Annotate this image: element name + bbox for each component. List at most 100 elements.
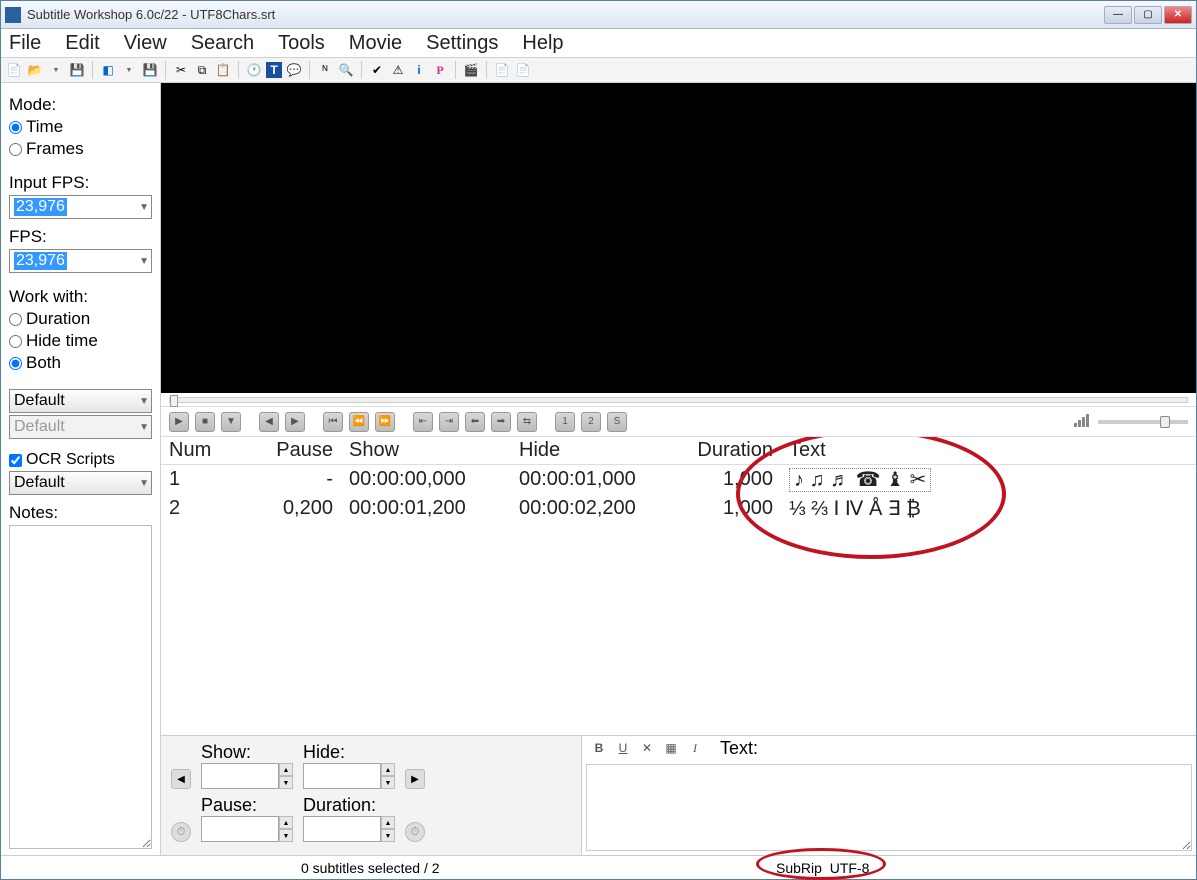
fwd-button[interactable]: ⏩ [375,412,395,432]
translate-dd-icon[interactable]: ▼ [120,61,138,79]
italic-button[interactable]: I [686,739,704,757]
warning-icon[interactable]: ⚠ [389,61,407,79]
menu-file[interactable]: File [9,32,41,55]
save2-icon[interactable]: 💾 [141,61,159,79]
shift-back-button[interactable]: ⬅ [465,412,485,432]
down-icon[interactable]: ▼ [381,829,395,842]
video-preview[interactable] [161,83,1196,393]
pause-input[interactable] [201,816,279,842]
down-icon[interactable]: ▼ [381,776,395,789]
preset1-combo[interactable]: Default▼ [9,389,152,413]
stop-button[interactable]: ■ [195,412,215,432]
col-num[interactable]: Num [161,437,231,465]
prev-button[interactable]: ◀ [259,412,279,432]
notes-textarea[interactable] [9,525,152,849]
preset2-combo[interactable]: Default▼ [9,415,152,439]
pascal-icon[interactable]: P [431,61,449,79]
clock2-icon[interactable]: ⏱ [405,822,425,842]
up-icon[interactable]: ▲ [279,816,293,829]
ocr-preset-combo[interactable]: Default▼ [9,471,152,495]
subtitle-grid[interactable]: Num Pause Show Hide Duration Text 1 - 00… [161,437,1196,735]
subtitle-text-input[interactable] [586,764,1192,851]
open-dd-icon[interactable]: ▼ [47,61,65,79]
down-icon[interactable]: ▼ [279,829,293,842]
down-button[interactable]: ▼ [221,412,241,432]
col-duration[interactable]: Duration [681,437,781,465]
set-end-button[interactable]: ⇥ [439,412,459,432]
shift-fwd-button[interactable]: ➡ [491,412,511,432]
col-pause[interactable]: Pause [231,437,341,465]
back-button[interactable]: ⏪ [349,412,369,432]
table-row[interactable]: 1 - 00:00:00,000 00:00:01,000 1,000 ♪ ♫ … [161,465,1196,495]
menu-edit[interactable]: Edit [65,32,99,55]
cut-icon[interactable]: ✂ [172,61,190,79]
paste-icon[interactable]: 📋 [214,61,232,79]
show-input[interactable] [201,763,279,789]
col-hide[interactable]: Hide [511,437,681,465]
open-icon[interactable]: 📂 [26,61,44,79]
menu-settings[interactable]: Settings [426,32,498,55]
doc2-icon[interactable]: 📄 [514,61,532,79]
up-icon[interactable]: ▲ [381,763,395,776]
underline-button[interactable]: U [614,739,632,757]
ocr-scripts-check[interactable]: OCR Scripts [9,451,152,469]
work-hide-radio[interactable]: Hide time [9,331,152,351]
info-icon[interactable]: i [410,61,428,79]
sync-button[interactable]: ⇆ [517,412,537,432]
mark2-button[interactable]: 2 [581,412,601,432]
hide-label: Hide: [303,742,395,763]
close-button[interactable]: ✕ [1164,6,1192,24]
new-icon[interactable]: 📄 [5,61,23,79]
scrub-bar[interactable] [161,393,1196,407]
chat-icon[interactable]: 💬 [285,61,303,79]
save-icon[interactable]: 💾 [68,61,86,79]
maximize-button[interactable]: ▢ [1134,6,1162,24]
translate-blue-icon[interactable]: ◧ [99,61,117,79]
doc-icon[interactable]: 📄 [493,61,511,79]
spellcheck-icon[interactable]: ✔ [368,61,386,79]
marks-button[interactable]: S [607,412,627,432]
status-bar: 0 subtitles selected / 2 SubRip UTF-8 [1,855,1196,879]
bold-button[interactable]: B [590,739,608,757]
col-show[interactable]: Show [341,437,511,465]
clock1-icon[interactable]: ⏱ [171,822,191,842]
menu-search[interactable]: Search [191,32,254,55]
mark1-button[interactable]: 1 [555,412,575,432]
cell-text[interactable]: ⅓ ⅔ Ⅰ Ⅳ Å ∃ ₿ [781,494,1196,523]
movie-icon[interactable]: 🎬 [462,61,480,79]
play-button[interactable]: ▶ [169,412,189,432]
table-row[interactable]: 2 0,200 00:00:01,200 00:00:02,200 1,000 … [161,494,1196,523]
up-icon[interactable]: ▲ [279,763,293,776]
set-start-button[interactable]: ⇤ [413,412,433,432]
input-fps-combo[interactable]: 23,976▼ [9,195,152,219]
duration-input[interactable] [303,816,381,842]
rewind-button[interactable]: ⏮ [323,412,343,432]
menu-help[interactable]: Help [522,32,563,55]
col-text[interactable]: Text [781,437,1196,465]
volume-slider[interactable] [1098,420,1188,424]
input-fps-label: Input FPS: [9,173,152,193]
next-button[interactable]: ▶ [285,412,305,432]
lang-icon[interactable]: ᴺ [316,61,334,79]
next-sub-button[interactable]: ▶ [405,769,425,789]
hide-input[interactable] [303,763,381,789]
clear-button[interactable]: ✕ [638,739,656,757]
text-icon[interactable]: T [266,62,282,78]
color-button[interactable]: ▦ [662,739,680,757]
mode-frames-radio[interactable]: Frames [9,139,152,159]
search-icon[interactable]: 🔍 [337,61,355,79]
work-duration-radio[interactable]: Duration [9,309,152,329]
down-icon[interactable]: ▼ [279,776,293,789]
clock-icon[interactable]: 🕐 [245,61,263,79]
menu-movie[interactable]: Movie [349,32,402,55]
work-both-radio[interactable]: Both [9,353,152,373]
copy-icon[interactable]: ⧉ [193,61,211,79]
menu-tools[interactable]: Tools [278,32,325,55]
cell-text[interactable]: ♪ ♫ ♬ ☎ ♝ ✂ [789,468,931,492]
fps-combo[interactable]: 23,976▼ [9,249,152,273]
menu-view[interactable]: View [124,32,167,55]
mode-time-radio[interactable]: Time [9,117,152,137]
up-icon[interactable]: ▲ [381,816,395,829]
prev-sub-button[interactable]: ◀ [171,769,191,789]
minimize-button[interactable]: — [1104,6,1132,24]
